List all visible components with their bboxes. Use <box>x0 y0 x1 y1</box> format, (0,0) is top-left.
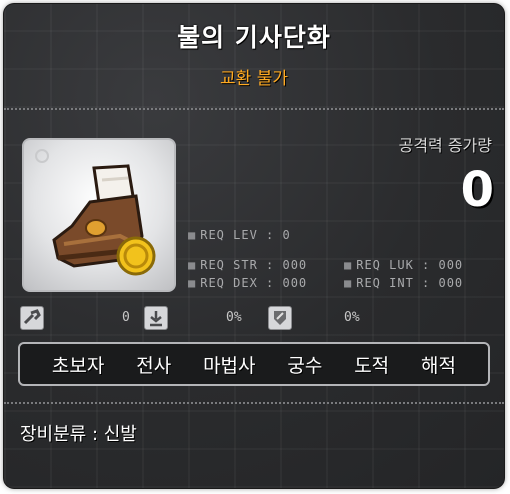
bullet-icon: ■ <box>344 276 353 290</box>
brown-boot-with-gold-coin-icon <box>35 149 156 276</box>
job-requirement-bar: 초보자 전사 마법사 궁수 도적 해적 <box>18 342 490 386</box>
req-lev-text: REQ LEV : 0 <box>200 228 291 242</box>
req-dex-text: REQ DEX : 000 <box>200 276 308 290</box>
first-stat-value: 0 <box>122 310 130 325</box>
req-int: ■ REQ INT : 000 <box>344 276 463 290</box>
third-stat-value: 0% <box>344 310 360 325</box>
req-luk-text: REQ LUK : 000 <box>356 258 464 272</box>
req-lev: ■ REQ LEV : 0 <box>188 228 291 242</box>
second-stat-value: 0% <box>226 310 242 325</box>
bullet-icon: ■ <box>188 228 197 242</box>
req-int-text: REQ INT : 000 <box>356 276 464 290</box>
job-archer: 궁수 <box>287 354 323 377</box>
req-luk: ■ REQ LUK : 000 <box>344 258 463 272</box>
gear-tool-icon <box>20 306 44 330</box>
shield-armor-icon <box>268 306 292 330</box>
req-dex: ■ REQ DEX : 000 <box>188 276 307 290</box>
item-name: 불의 기사단화 <box>177 23 331 52</box>
job-magician: 마법사 <box>203 354 256 377</box>
job-pirate: 해적 <box>421 354 456 377</box>
bullet-icon: ■ <box>188 276 197 290</box>
trade-status: 교환 불가 <box>220 69 288 89</box>
equipment-category: 장비분류 : 신발 <box>20 424 137 445</box>
item-icon-frame <box>22 138 176 292</box>
job-warrior: 전사 <box>136 354 172 377</box>
req-str: ■ REQ STR : 000 <box>188 258 307 272</box>
item-tooltip: 불의 기사단화 교환 불가 공격력 증가량 0 ■ REQ LEV : 0 ■ RE… <box>4 4 504 488</box>
attack-increase-value: 0 <box>460 162 494 218</box>
divider <box>4 108 504 110</box>
bullet-icon: ■ <box>188 258 197 272</box>
upgrade-hammer-icon <box>144 306 168 330</box>
req-str-text: REQ STR : 000 <box>200 258 308 272</box>
attack-increase-label: 공격력 증가량 <box>398 136 492 155</box>
job-thief: 도적 <box>354 354 390 377</box>
job-beginner: 초보자 <box>51 354 105 377</box>
divider <box>4 402 504 404</box>
bullet-icon: ■ <box>344 258 353 272</box>
